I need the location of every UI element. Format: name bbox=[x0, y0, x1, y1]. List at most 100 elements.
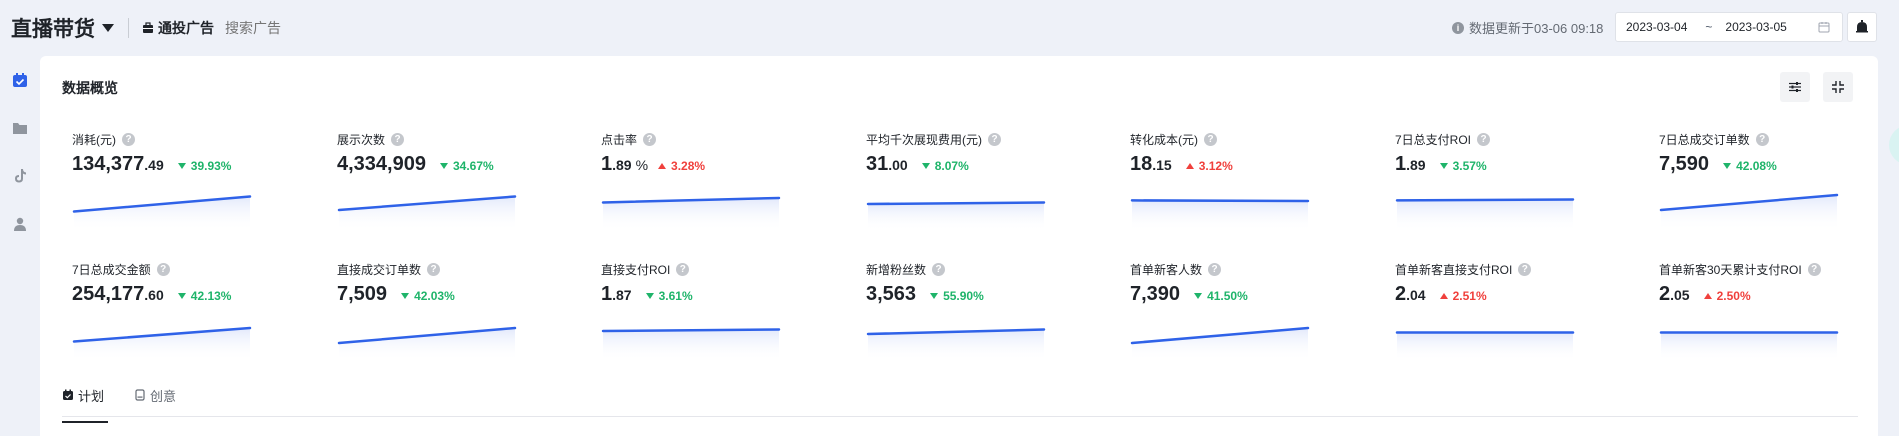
metric-value-int: 3,563 bbox=[866, 283, 917, 305]
metric-change: 3.57% bbox=[1439, 159, 1487, 173]
metric-sparkline bbox=[1130, 199, 1310, 231]
metric-value-dec: .04 bbox=[1406, 287, 1426, 303]
date-end[interactable]: 2023-03-05 bbox=[1725, 20, 1786, 34]
customize-metrics-button[interactable] bbox=[1780, 72, 1810, 102]
metric-change-value: 42.13% bbox=[190, 289, 232, 303]
metric-label-text: 7日总支付ROI bbox=[1395, 133, 1472, 147]
metric-value-int: 2 bbox=[1395, 283, 1407, 305]
metric-card[interactable]: 平均千次展现费用(元)? 31.00 8.07% bbox=[866, 131, 1066, 241]
collapse-panel-button[interactable] bbox=[1823, 72, 1853, 102]
tab-creative-label: 创意 bbox=[150, 388, 177, 404]
sparkline-line bbox=[1395, 198, 1575, 202]
tab-creative[interactable]: 创意 bbox=[134, 383, 176, 407]
ad-type-selector[interactable]: 通投广告 bbox=[142, 18, 214, 38]
metric-sparkline bbox=[1659, 193, 1839, 231]
help-icon[interactable]: ? bbox=[427, 263, 441, 276]
divider bbox=[128, 18, 129, 38]
metric-value-int: 7,390 bbox=[1130, 283, 1181, 305]
tab-plan[interactable]: 计划 bbox=[62, 383, 109, 423]
help-icon[interactable]: ? bbox=[1208, 263, 1222, 276]
help-icon[interactable]: ? bbox=[643, 133, 657, 146]
search-ad-input[interactable] bbox=[225, 20, 315, 36]
phone-icon bbox=[135, 389, 145, 401]
metric-label-text: 点击率 bbox=[601, 133, 638, 147]
metric-change-value: 8.07% bbox=[934, 159, 969, 173]
metric-card[interactable]: 7日总成交订单数? 7,590 42.08% bbox=[1659, 131, 1859, 241]
metric-value-int: 7,590 bbox=[1659, 153, 1710, 175]
date-start[interactable]: 2023-03-04 bbox=[1626, 20, 1687, 34]
metric-value-int: 254,177 bbox=[72, 283, 145, 305]
triangle-down-icon bbox=[177, 163, 186, 169]
help-icon[interactable]: ? bbox=[156, 263, 170, 276]
metric-label-text: 直接成交订单数 bbox=[337, 263, 422, 277]
metric-card[interactable]: 直接成交订单数? 7,509 42.03% bbox=[337, 261, 537, 371]
help-icon[interactable]: ? bbox=[932, 263, 946, 276]
sparkline-area bbox=[1397, 332, 1573, 361]
metric-card[interactable]: 消耗(元)? 134,377.49 39.93% bbox=[72, 131, 272, 241]
date-range-picker[interactable]: 2023-03-04 ~ 2023-03-05 bbox=[1615, 12, 1843, 42]
product-selector[interactable]: 直播带货 bbox=[11, 13, 114, 43]
collapse-icon bbox=[1832, 81, 1844, 93]
metric-value: 2.05 2.50% bbox=[1659, 283, 1751, 306]
metric-card[interactable]: 展示次数? 4,334,909 34.67% bbox=[337, 131, 537, 241]
triangle-down-icon bbox=[645, 293, 654, 299]
calendar-icon bbox=[1818, 22, 1830, 33]
metric-card[interactable]: 7日总支付ROI? 1.89 3.57% bbox=[1395, 131, 1595, 241]
sparkline-area bbox=[1132, 328, 1308, 361]
metric-label: 7日总支付ROI? bbox=[1395, 131, 1491, 148]
metric-change-value: 34.67% bbox=[452, 159, 494, 173]
metric-card[interactable]: 点击率? 1.89% 3.28% bbox=[601, 131, 801, 241]
sparkline-area bbox=[603, 329, 779, 361]
rail-item-user[interactable] bbox=[10, 214, 30, 234]
metric-value: 18.15 3.12% bbox=[1130, 153, 1233, 176]
metric-label: 新增粉丝数? bbox=[866, 261, 946, 278]
metric-label: 7日总成交订单数? bbox=[1659, 131, 1769, 148]
metric-label-text: 7日总成交订单数 bbox=[1659, 133, 1750, 147]
rail-item-plan[interactable] bbox=[10, 70, 30, 90]
help-icon[interactable]: ? bbox=[1755, 133, 1769, 146]
metric-label-text: 直接支付ROI bbox=[601, 263, 671, 277]
metric-card[interactable]: 新增粉丝数? 3,563 55.90% bbox=[866, 261, 1066, 371]
calendar-check-icon bbox=[13, 73, 27, 87]
metric-card[interactable]: 直接支付ROI? 1.87 3.61% bbox=[601, 261, 801, 371]
metric-label: 直接支付ROI? bbox=[601, 261, 690, 278]
metric-sparkline bbox=[72, 195, 252, 231]
notification-button[interactable] bbox=[1847, 12, 1877, 42]
metric-label: 展示次数? bbox=[337, 131, 405, 148]
help-icon[interactable]: ? bbox=[676, 263, 690, 276]
help-icon[interactable]: ? bbox=[1204, 133, 1217, 146]
metric-card[interactable]: 首单新客直接支付ROI? 2.04 2.51% bbox=[1395, 261, 1595, 371]
metric-change-value: 3.61% bbox=[658, 289, 693, 303]
metric-sparkline bbox=[1130, 326, 1310, 361]
metric-value: 3,563 55.90% bbox=[866, 283, 984, 306]
rail-item-folder[interactable] bbox=[10, 118, 30, 138]
sparkline-area bbox=[74, 328, 250, 361]
sparkline-area bbox=[868, 202, 1044, 231]
help-icon[interactable]: ? bbox=[1807, 263, 1821, 276]
briefcase-icon bbox=[143, 22, 153, 33]
triangle-down-icon bbox=[439, 163, 448, 169]
help-icon[interactable]: ? bbox=[122, 133, 135, 146]
metric-label-text: 首单新客人数 bbox=[1130, 263, 1203, 277]
help-icon[interactable]: ? bbox=[1477, 133, 1491, 146]
metric-card[interactable]: 首单新客30天累计支付ROI? 2.05 2.50% bbox=[1659, 261, 1859, 371]
triangle-down-icon bbox=[1439, 163, 1448, 169]
metric-change: 3.61% bbox=[645, 289, 693, 303]
help-icon[interactable]: ? bbox=[1518, 263, 1532, 276]
help-icon[interactable]: ? bbox=[988, 133, 1001, 146]
help-icon[interactable]: ? bbox=[391, 133, 405, 146]
metric-label: 消耗(元)? bbox=[72, 131, 135, 148]
douyin-icon bbox=[15, 169, 26, 183]
metric-change: 55.90% bbox=[930, 289, 984, 303]
rail-item-douyin[interactable] bbox=[10, 166, 30, 186]
metric-card[interactable]: 首单新客人数? 7,390 41.50% bbox=[1130, 261, 1330, 371]
metric-value-dec: .89 bbox=[1406, 157, 1426, 173]
metric-change: 34.67% bbox=[439, 159, 494, 173]
info-icon: i bbox=[1452, 21, 1464, 34]
metric-card[interactable]: 7日总成交金额? 254,177.60 42.13% bbox=[72, 261, 272, 371]
metric-sparkline bbox=[1395, 331, 1575, 361]
metric-card[interactable]: 转化成本(元)? 18.15 3.12% bbox=[1130, 131, 1330, 241]
metric-label: 首单新客人数? bbox=[1130, 261, 1222, 278]
sparkline-area bbox=[339, 196, 515, 231]
metric-sparkline bbox=[601, 328, 781, 361]
